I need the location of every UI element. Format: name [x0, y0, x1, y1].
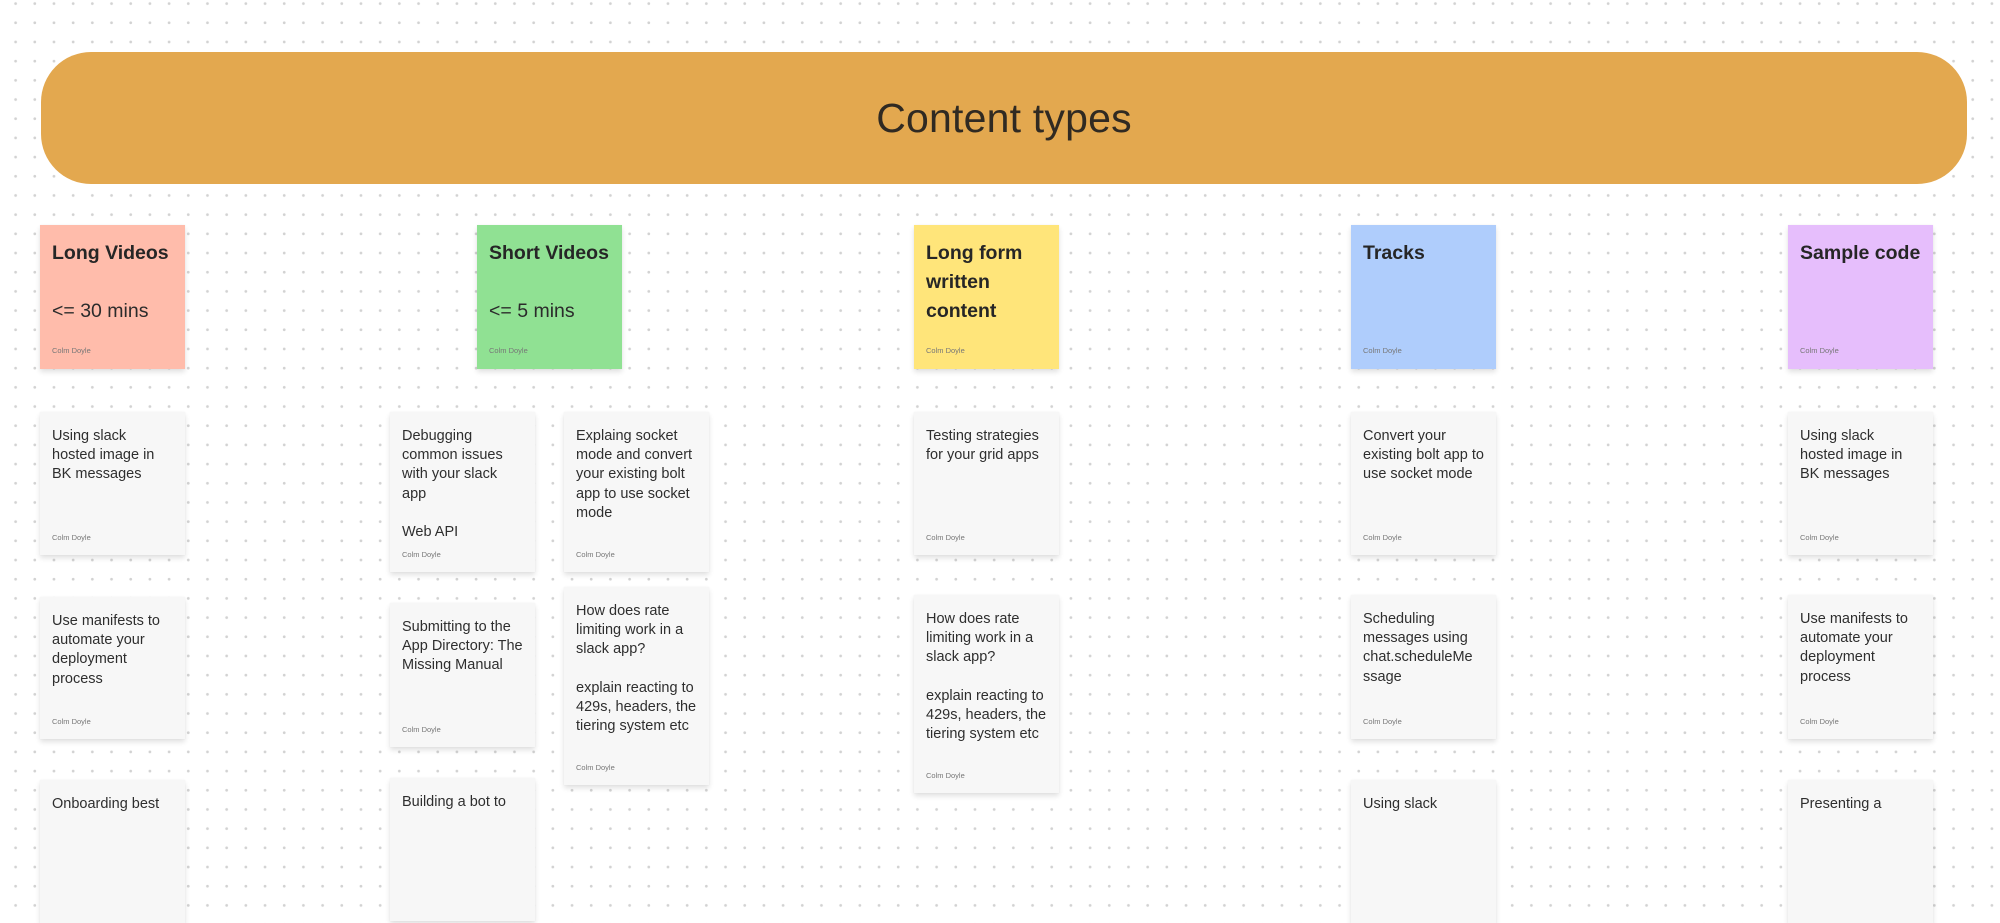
sticky-text: Submitting to the App Directory: The Mis…: [402, 619, 523, 674]
sticky-author: Colm Doyle: [926, 771, 965, 780]
sticky-author: Colm Doyle: [1363, 346, 1402, 355]
sticky-author: Colm Doyle: [402, 725, 441, 734]
sticky-note[interactable]: Using slack: [1351, 780, 1496, 923]
sticky-author: Colm Doyle: [576, 550, 615, 559]
sticky-title: Long form written content: [926, 242, 1023, 322]
sticky-note[interactable]: Use manifests to automate your deploymen…: [1788, 595, 1933, 739]
sticky-note[interactable]: Building a bot to: [390, 778, 535, 921]
sticky-note[interactable]: Explaing socket mode and convert your ex…: [564, 412, 709, 572]
sticky-note[interactable]: Debugging common issues with your slack …: [390, 412, 535, 572]
sticky-author: Colm Doyle: [1363, 533, 1402, 542]
sticky-title: Tracks: [1363, 242, 1425, 264]
sticky-note[interactable]: Use manifests to automate your deploymen…: [40, 597, 185, 739]
sticky-text: Use manifests to automate your deploymen…: [1800, 611, 1908, 685]
sticky-author: Colm Doyle: [926, 346, 965, 355]
sticky-text: Onboarding best: [52, 796, 160, 812]
sticky-subtitle: <= 5 mins: [489, 300, 575, 322]
sticky-text: Using slack hosted image in BK messages: [1800, 428, 1903, 483]
sticky-text: Explaing socket mode and convert your ex…: [576, 428, 693, 521]
sticky-author: Colm Doyle: [52, 717, 91, 726]
sticky-title: Long Videos: [52, 242, 169, 264]
sticky-author: Colm Doyle: [489, 346, 528, 355]
sticky-text: Scheduling messages using chat.scheduleM…: [1363, 611, 1473, 685]
sticky-author: Colm Doyle: [1800, 717, 1839, 726]
sticky-note[interactable]: Submitting to the App Directory: The Mis…: [390, 603, 535, 747]
sticky-note[interactable]: How does rate limiting work in a slack a…: [564, 587, 709, 785]
sticky-note[interactable]: Testing strategies for your grid apps Co…: [914, 412, 1059, 555]
sticky-text: Use manifests to automate your deploymen…: [52, 613, 160, 687]
sticky-header-sample-code[interactable]: Sample code Colm Doyle: [1788, 225, 1933, 369]
sticky-author: Colm Doyle: [576, 763, 615, 772]
sticky-text: Convert your existing bolt app to use so…: [1363, 428, 1484, 483]
sticky-header-short-videos[interactable]: Short Videos <= 5 mins Colm Doyle: [477, 225, 622, 369]
sticky-author: Colm Doyle: [402, 550, 441, 559]
sticky-note[interactable]: Using slack hosted image in BK messages …: [40, 412, 185, 555]
board-title: Content types: [876, 94, 1132, 141]
sticky-author: Colm Doyle: [1363, 717, 1402, 726]
sticky-author: Colm Doyle: [1800, 533, 1839, 542]
sticky-author: Colm Doyle: [52, 533, 91, 542]
sticky-note[interactable]: Onboarding best: [40, 780, 185, 923]
sticky-text: Presenting a: [1800, 796, 1882, 812]
sticky-note[interactable]: How does rate limiting work in a slack a…: [914, 595, 1059, 793]
sticky-header-tracks[interactable]: Tracks Colm Doyle: [1351, 225, 1496, 369]
sticky-note[interactable]: Using slack hosted image in BK messages …: [1788, 412, 1933, 555]
sticky-title: Sample code: [1800, 242, 1921, 264]
sticky-text: Using slack hosted image in BK messages: [52, 428, 155, 483]
sticky-text: How does rate limiting work in a slack a…: [576, 603, 697, 735]
sticky-text: How does rate limiting work in a slack a…: [926, 611, 1047, 743]
sticky-header-long-form[interactable]: Long form written content Colm Doyle: [914, 225, 1059, 369]
sticky-note[interactable]: Scheduling messages using chat.scheduleM…: [1351, 595, 1496, 739]
sticky-subtitle: <= 30 mins: [52, 300, 149, 322]
sticky-text: Testing strategies for your grid apps: [926, 428, 1039, 464]
sticky-note[interactable]: Presenting a: [1788, 780, 1933, 923]
sticky-title: Short Videos: [489, 242, 609, 264]
sticky-header-long-videos[interactable]: Long Videos <= 30 mins Colm Doyle: [40, 225, 185, 369]
sticky-author: Colm Doyle: [1800, 346, 1839, 355]
board-title-banner[interactable]: Content types: [41, 52, 1967, 184]
sticky-text: Building a bot to: [402, 794, 506, 810]
sticky-author: Colm Doyle: [926, 533, 965, 542]
sticky-text: Debugging common issues with your slack …: [402, 428, 503, 541]
sticky-text: Using slack: [1363, 796, 1438, 812]
sticky-author: Colm Doyle: [52, 346, 91, 355]
sticky-note[interactable]: Convert your existing bolt app to use so…: [1351, 412, 1496, 555]
